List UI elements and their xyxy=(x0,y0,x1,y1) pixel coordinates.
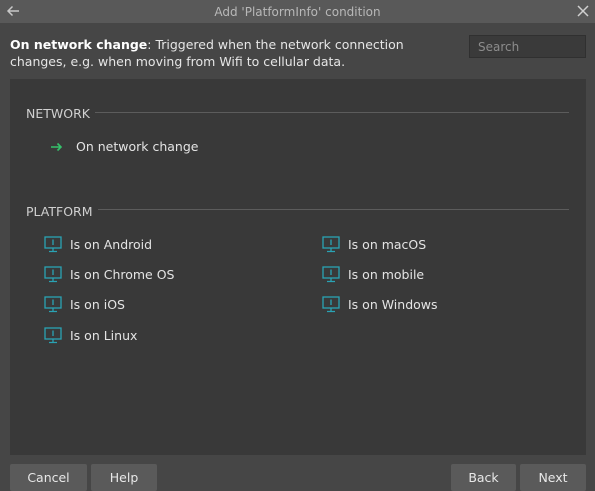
list-item-label: Is on Windows xyxy=(348,297,438,312)
monitor-icon xyxy=(44,266,62,283)
list-item-label: Is on iOS xyxy=(70,297,125,312)
help-button[interactable]: Help xyxy=(91,464,157,491)
search-input[interactable] xyxy=(469,35,586,58)
monitor-icon xyxy=(322,236,340,253)
monitor-icon xyxy=(322,296,340,313)
list-item-on-network-change[interactable]: On network change xyxy=(46,139,198,154)
list-item-label: Is on mobile xyxy=(348,267,425,282)
monitor-icon xyxy=(44,236,62,253)
list-item-label: Is on Chrome OS xyxy=(70,267,175,282)
condition-description: On network change: Triggered when the ne… xyxy=(10,36,460,70)
back-button[interactable]: Back xyxy=(451,464,516,491)
back-arrow-icon[interactable] xyxy=(5,3,21,19)
next-button[interactable]: Next xyxy=(520,464,586,491)
section-divider-platform xyxy=(98,209,569,210)
list-item-is-on-mobile[interactable]: Is on mobile xyxy=(322,266,424,283)
monitor-icon xyxy=(44,296,62,313)
list-item-label: Is on Android xyxy=(70,237,153,252)
list-item-is-on-windows[interactable]: Is on Windows xyxy=(322,296,438,313)
description-name: On network change xyxy=(10,37,148,52)
list-item-is-on-linux[interactable]: Is on Linux xyxy=(44,327,137,344)
list-item-is-on-android[interactable]: Is on Android xyxy=(44,236,152,253)
list-item-is-on-macos[interactable]: Is on macOS xyxy=(322,236,426,253)
monitor-icon xyxy=(44,327,62,344)
close-icon[interactable] xyxy=(576,3,590,19)
list-item-label: On network change xyxy=(76,139,199,154)
list-item-is-on-ios[interactable]: Is on iOS xyxy=(44,296,125,313)
list-item-is-on-chrome-os[interactable]: Is on Chrome OS xyxy=(44,266,175,283)
arrow-right-icon xyxy=(51,142,63,151)
list-item-label: Is on Linux xyxy=(70,328,138,343)
title-bar: Add 'PlatformInfo' condition xyxy=(0,0,595,23)
window-title: Add 'PlatformInfo' condition xyxy=(214,4,381,19)
condition-list-panel: NETWORK On network change PLATFORM Is on… xyxy=(10,79,586,455)
section-divider-network xyxy=(95,112,569,113)
list-item-label: Is on macOS xyxy=(348,237,427,252)
section-title-platform: PLATFORM xyxy=(26,204,93,219)
cancel-button[interactable]: Cancel xyxy=(10,464,87,491)
section-title-network: NETWORK xyxy=(26,106,90,121)
monitor-icon xyxy=(322,266,340,283)
